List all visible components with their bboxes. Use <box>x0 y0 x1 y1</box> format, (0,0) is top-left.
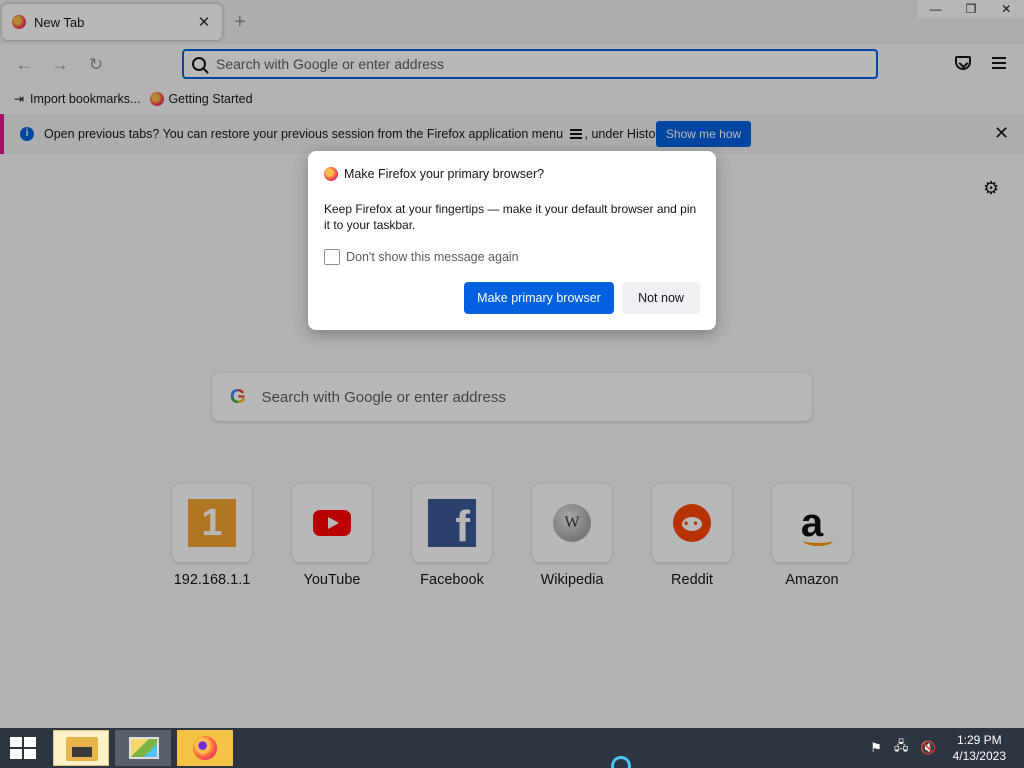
volume-muted-icon[interactable]: 🔇 <box>920 740 936 756</box>
clock[interactable]: 1:29 PM 4/13/2023 <box>953 732 1006 764</box>
image-viewer-taskbar-button[interactable] <box>115 730 171 766</box>
dont-show-checkbox-row[interactable]: Don't show this message again <box>324 249 700 265</box>
taskbar: ⚑ 🖧 🔇 1:29 PM 4/13/2023 <box>0 728 1024 768</box>
start-button[interactable] <box>10 737 38 759</box>
firefox-icon <box>193 736 217 760</box>
make-primary-browser-button[interactable]: Make primary browser <box>464 282 614 314</box>
not-now-button[interactable]: Not now <box>622 282 700 314</box>
network-icon[interactable]: 🖧 <box>894 737 909 759</box>
firefox-icon <box>324 167 338 181</box>
cortana-icon[interactable] <box>611 756 631 768</box>
system-tray: ⚑ 🖧 🔇 1:29 PM 4/13/2023 <box>870 728 1024 768</box>
image-icon <box>129 737 159 759</box>
dialog-title: Make Firefox your primary browser? <box>344 167 545 181</box>
firefox-taskbar-button[interactable] <box>177 730 233 766</box>
clock-date: 4/13/2023 <box>952 749 1006 763</box>
flag-icon[interactable]: ⚑ <box>870 740 882 756</box>
default-browser-dialog: Make Firefox your primary browser? Keep … <box>308 151 716 330</box>
checkbox-label: Don't show this message again <box>346 250 519 264</box>
dont-show-checkbox[interactable] <box>324 249 340 265</box>
modal-backdrop <box>0 0 1024 728</box>
file-explorer-taskbar-button[interactable] <box>53 730 109 766</box>
clock-time: 1:29 PM <box>956 733 1002 747</box>
dialog-body: Keep Firefox at your fingertips — make i… <box>324 202 697 232</box>
folder-icon <box>66 737 98 761</box>
